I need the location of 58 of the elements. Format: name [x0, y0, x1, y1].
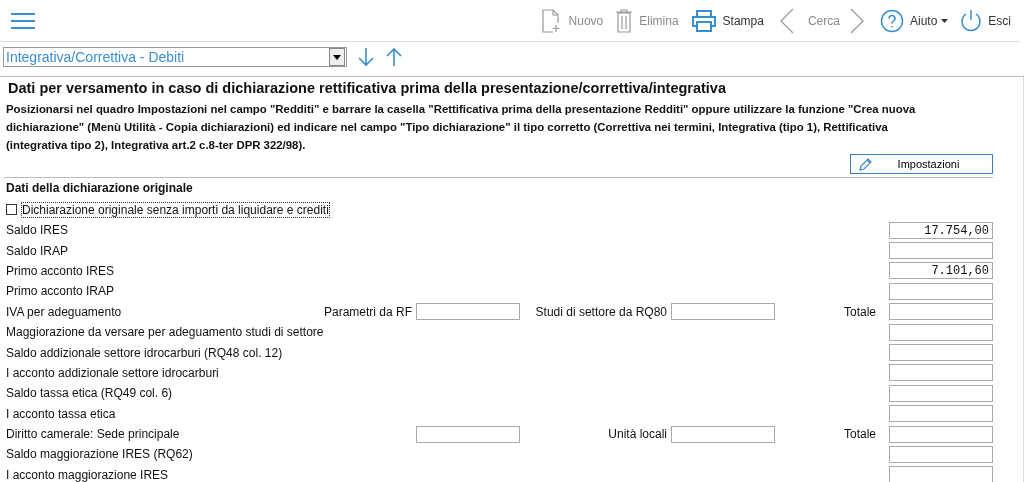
field-label: Saldo maggiorazione IRES (RQ62): [6, 447, 194, 462]
input-field[interactable]: 17.754,00: [889, 221, 993, 239]
input-field[interactable]: [889, 242, 993, 260]
field-label: IVA per adeguamento: [6, 304, 123, 319]
field-label: Maggiorazione da versare per adeguamento studi di settore: [6, 325, 325, 340]
scrollbar[interactable]: [1023, 77, 1024, 482]
field-label: Saldo tassa etica (RQ49 col. 6): [6, 386, 174, 401]
field-label: Diritto camerale: Sede principale: [6, 427, 181, 442]
field-label: Primo acconto IRAP: [6, 284, 116, 299]
arrow-down-icon[interactable]: [357, 47, 375, 67]
checkbox-label[interactable]: Dichiarazione originale senza importi da liquidare e crediti: [22, 202, 329, 217]
input-field[interactable]: [889, 425, 993, 443]
field-label: Unità locali: [607, 427, 667, 442]
field-label: Parametri da RF: [322, 304, 412, 319]
input-field[interactable]: [889, 466, 993, 482]
input-field[interactable]: [416, 425, 520, 443]
menu-icon[interactable]: [10, 10, 36, 31]
exit-button[interactable]: Esci: [954, 3, 1017, 38]
printer-icon: [690, 9, 717, 32]
input-field[interactable]: [889, 344, 993, 362]
field-label: Totale: [842, 304, 877, 319]
subsection-title: Dati della dichiarazione originale: [5, 180, 194, 197]
arrow-up-icon[interactable]: [385, 47, 403, 67]
input-field[interactable]: [889, 446, 993, 463]
field-label: I acconto maggiorazione IRES: [6, 467, 170, 482]
chevron-right-icon: [849, 7, 864, 34]
power-icon: [960, 8, 983, 33]
declaration-type-dropdown[interactable]: Integrativa/Correttiva - Debiti: [3, 47, 347, 67]
input-field[interactable]: [889, 384, 993, 402]
checkbox[interactable]: [6, 204, 17, 215]
field-label: I acconto addizionale settore idrocarburi: [6, 365, 220, 380]
field-label: Saldo IRAP: [6, 243, 70, 258]
field-label: Totale: [842, 427, 877, 442]
section-title: Dati per versamento in caso di dichiarazione rettificativa prima della presentazione/correttiva/integrativa: [7, 79, 727, 98]
chevron-left-icon: [779, 7, 794, 34]
input-field[interactable]: [889, 282, 993, 300]
caret-icon: [941, 18, 949, 23]
input-field[interactable]: [889, 364, 993, 382]
instruction-text: Posizionarsi nel quadro Impostazioni nel campo "Redditi" e barrare la casella "Rettificativa prima della presentazione Redditi" oppure utilizzare la funzione "Crea nuova dichiarazione" (Menù Utilità - Copia dichiarazioni) ed indicare nel campo "Tipo dichiarazione" il tipo corretto (Correttiva nei termini, Integrativa (tipo 1), Rettificativa (integrativa tipo 2), Integrativa art.2 c.8-ter DPR 322/98).: [6, 102, 917, 153]
print-button[interactable]: Stampa: [684, 3, 770, 38]
input-field[interactable]: [671, 303, 775, 321]
help-icon: [879, 8, 904, 33]
input-field[interactable]: 7.101,60: [889, 262, 993, 280]
field-label: Primo acconto IRES: [6, 263, 116, 278]
help-button[interactable]: Aiuto: [873, 3, 955, 38]
input-field[interactable]: [671, 425, 775, 443]
input-field[interactable]: [889, 405, 993, 423]
field-label: Studi di settore da RQ80: [534, 304, 667, 319]
trash-icon: [615, 8, 634, 33]
input-field[interactable]: [889, 303, 993, 321]
settings-button[interactable]: Impostazioni: [850, 154, 993, 174]
field-label: I acconto tassa etica: [6, 406, 117, 421]
field-label: Saldo IRES: [6, 223, 70, 238]
input-field[interactable]: [889, 323, 993, 341]
pencil-icon: [859, 157, 873, 171]
field-label: Saldo addizionale settore idrocarburi (RQ48 col. 12): [6, 345, 284, 360]
new-document-icon: [540, 8, 563, 33]
input-field[interactable]: [416, 303, 520, 321]
